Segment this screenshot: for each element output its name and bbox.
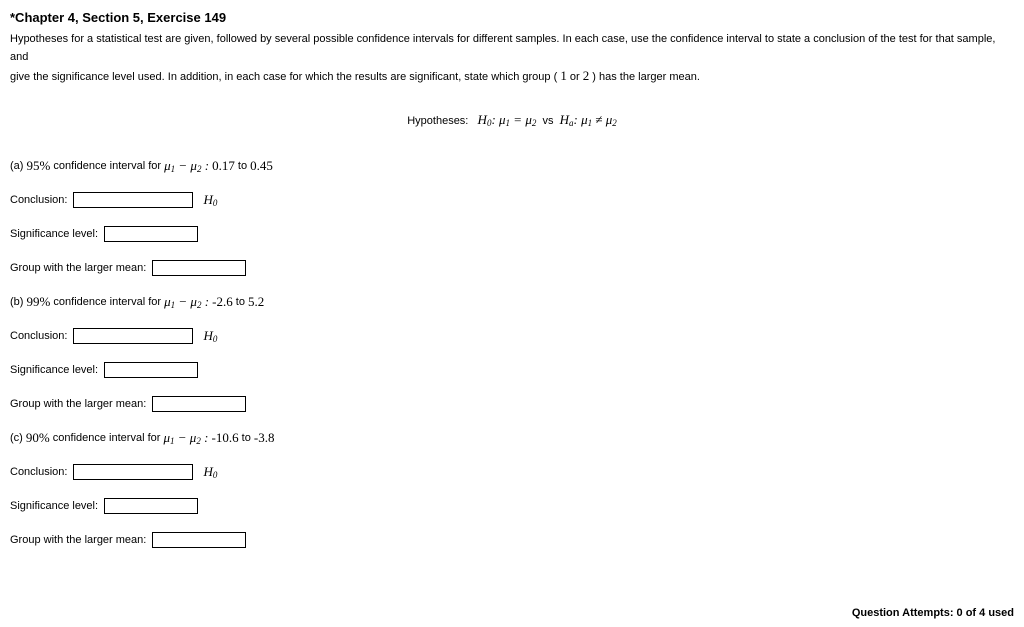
null-hypothesis: H0: μ1 = μ2 — [478, 112, 537, 127]
part-a-sig-input[interactable] — [104, 226, 198, 242]
part-b-sig-row: Significance level: — [10, 362, 1014, 378]
part-b-group-row: Group with the larger mean: — [10, 396, 1014, 412]
intro-text: Hypotheses for a statistical test are gi… — [10, 31, 1014, 87]
conclusion-label: Conclusion: — [10, 194, 67, 206]
part-a-to: to — [238, 160, 247, 172]
alt-hypothesis: Ha: μ1 ≠ μ2 — [560, 112, 617, 127]
part-c-header: (c) 90% confidence interval for μ1 − μ2 … — [10, 430, 1014, 446]
part-c-conclusion-row: Conclusion: H0 — [10, 464, 1014, 480]
mu-diff-b: μ1 − μ2 : — [164, 294, 209, 310]
part-a-group-row: Group with the larger mean: — [10, 260, 1014, 276]
part-a-lo: 0.17 — [212, 158, 235, 174]
mu-diff-a: μ1 − μ2 : — [164, 158, 209, 174]
part-b-header: (b) 99% confidence interval for μ1 − μ2 … — [10, 294, 1014, 310]
hypotheses-label: Hypotheses: — [407, 115, 468, 127]
intro-line1: Hypotheses for a statistical test are gi… — [10, 33, 995, 63]
part-c-sig-row: Significance level: — [10, 498, 1014, 514]
part-c-pct: 90% — [26, 430, 50, 446]
part-b-conclusion-input[interactable] — [73, 328, 193, 344]
sig-label: Significance level: — [10, 364, 98, 376]
mu-diff-c: μ1 − μ2 : — [163, 430, 208, 446]
group-label: Group with the larger mean: — [10, 534, 146, 546]
h0-text-c: H0 — [203, 464, 217, 480]
intro-or: or — [570, 71, 583, 83]
sig-label: Significance level: — [10, 500, 98, 512]
attempts-footer: Question Attempts: 0 of 4 used — [852, 607, 1014, 619]
part-c-sig-input[interactable] — [104, 498, 198, 514]
part-a-tag: (a) — [10, 160, 23, 172]
part-b-sig-input[interactable] — [104, 362, 198, 378]
group-number-1: 1 — [560, 68, 567, 83]
part-a-group-input[interactable] — [152, 260, 246, 276]
part-a-conclusion-input[interactable] — [73, 192, 193, 208]
page-title: *Chapter 4, Section 5, Exercise 149 — [10, 10, 1014, 25]
group-label: Group with the larger mean: — [10, 398, 146, 410]
part-b-hi: 5.2 — [248, 294, 264, 310]
intro-line2-prefix: give the significance level used. In add… — [10, 71, 560, 83]
part-a-ci-label: confidence interval for — [53, 160, 161, 172]
group-label: Group with the larger mean: — [10, 262, 146, 274]
h0-text-b: H0 — [203, 328, 217, 344]
h0-text-a: H0 — [203, 192, 217, 208]
part-c-group-input[interactable] — [152, 532, 246, 548]
intro-line2-suffix: ) has the larger mean. — [592, 71, 700, 83]
part-c-tag: (c) — [10, 432, 23, 444]
part-b-tag: (b) — [10, 296, 23, 308]
group-number-2: 2 — [583, 68, 590, 83]
part-b-pct: 99% — [27, 294, 51, 310]
part-b-lo: -2.6 — [212, 294, 233, 310]
hypotheses-line: Hypotheses: H0: μ1 = μ2 vs Ha: μ1 ≠ μ2 — [10, 112, 1014, 128]
part-c-lo: -10.6 — [211, 430, 238, 446]
part-a-pct: 95% — [27, 158, 51, 174]
part-b-conclusion-row: Conclusion: H0 — [10, 328, 1014, 344]
part-a-header: (a) 95% confidence interval for μ1 − μ2 … — [10, 158, 1014, 174]
part-b-group-input[interactable] — [152, 396, 246, 412]
part-a-hi: 0.45 — [250, 158, 273, 174]
sig-label: Significance level: — [10, 228, 98, 240]
part-a-sig-row: Significance level: — [10, 226, 1014, 242]
part-c-to: to — [242, 432, 251, 444]
part-b-to: to — [236, 296, 245, 308]
part-c-hi: -3.8 — [254, 430, 275, 446]
vs-text: vs — [542, 115, 553, 127]
part-c-conclusion-input[interactable] — [73, 464, 193, 480]
part-c-group-row: Group with the larger mean: — [10, 532, 1014, 548]
conclusion-label: Conclusion: — [10, 330, 67, 342]
part-a-conclusion-row: Conclusion: H0 — [10, 192, 1014, 208]
conclusion-label: Conclusion: — [10, 466, 67, 478]
part-c-ci-label: confidence interval for — [53, 432, 161, 444]
part-b-ci-label: confidence interval for — [53, 296, 161, 308]
